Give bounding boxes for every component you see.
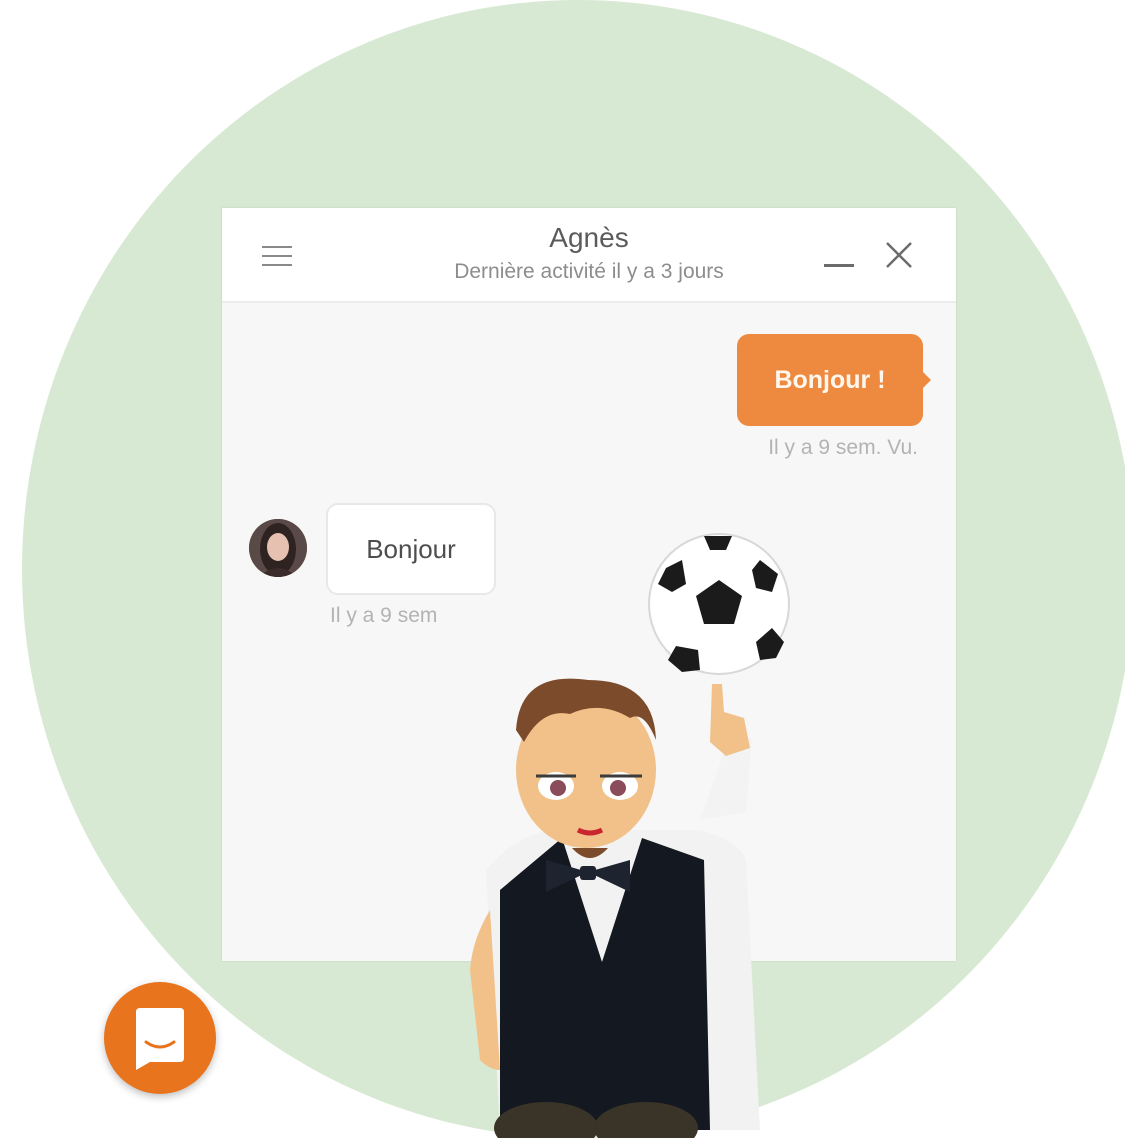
contact-avatar bbox=[249, 519, 307, 577]
outgoing-message-bubble: Bonjour ! bbox=[737, 334, 931, 426]
close-icon[interactable] bbox=[882, 238, 916, 272]
outgoing-message-meta: Il y a 9 sem. Vu. bbox=[768, 436, 918, 459]
mascot-illustration bbox=[470, 533, 790, 1138]
chat-launcher-button[interactable] bbox=[104, 982, 216, 1094]
chat-header: Agnès Dernière activité il y a 3 jours bbox=[222, 208, 956, 303]
soccer-ball-icon bbox=[648, 533, 790, 675]
minimize-icon[interactable] bbox=[820, 248, 856, 272]
chat-bubble-icon bbox=[136, 1008, 184, 1070]
